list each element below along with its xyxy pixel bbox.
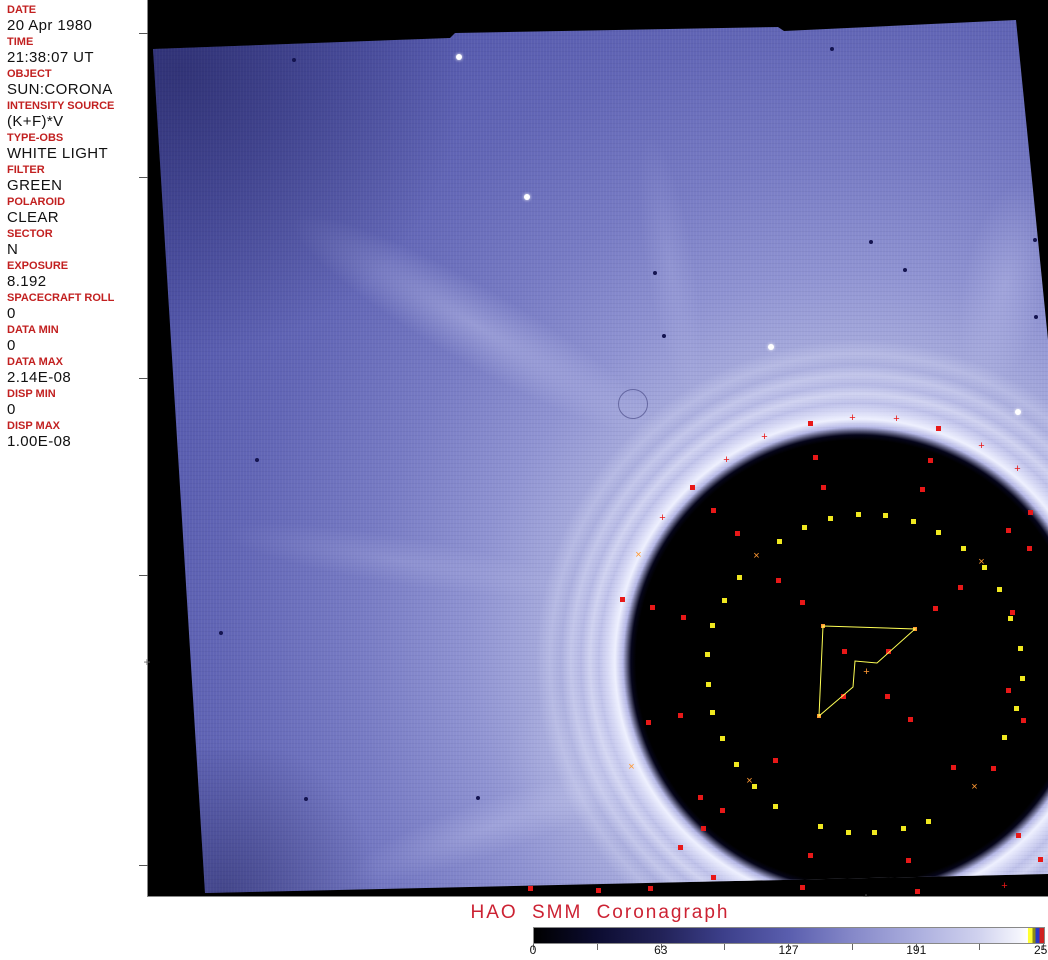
axis-tick	[139, 575, 148, 576]
colorbar-label: 255	[1033, 943, 1048, 957]
colorbar-label: 127	[778, 943, 799, 957]
alignment-polygon	[818, 625, 917, 718]
axis-tick	[139, 33, 148, 34]
image-title: HAO SMM Coronagraph	[470, 902, 730, 923]
axis-left	[147, 0, 148, 897]
colorbar	[533, 927, 1045, 944]
colorbar-labels: 0 63 127 191 255	[529, 943, 1048, 957]
axis-tick	[139, 177, 148, 178]
colorbar-label: 63	[654, 943, 668, 957]
colorbar-label: 191	[906, 943, 927, 957]
viewer-window: DATE 20 Apr 1980 TIME 21:38:07 UT OBJECT SUN:…	[0, 0, 1048, 960]
axis-tick	[139, 865, 148, 866]
colorbar-label: 0	[529, 943, 537, 957]
axis-tick	[139, 378, 148, 379]
axis-cross-mark: +	[143, 655, 151, 669]
footer: HAO SMM Coronagraph 0 63 127 191 255	[0, 897, 1048, 960]
overlay-graphics	[818, 625, 917, 718]
